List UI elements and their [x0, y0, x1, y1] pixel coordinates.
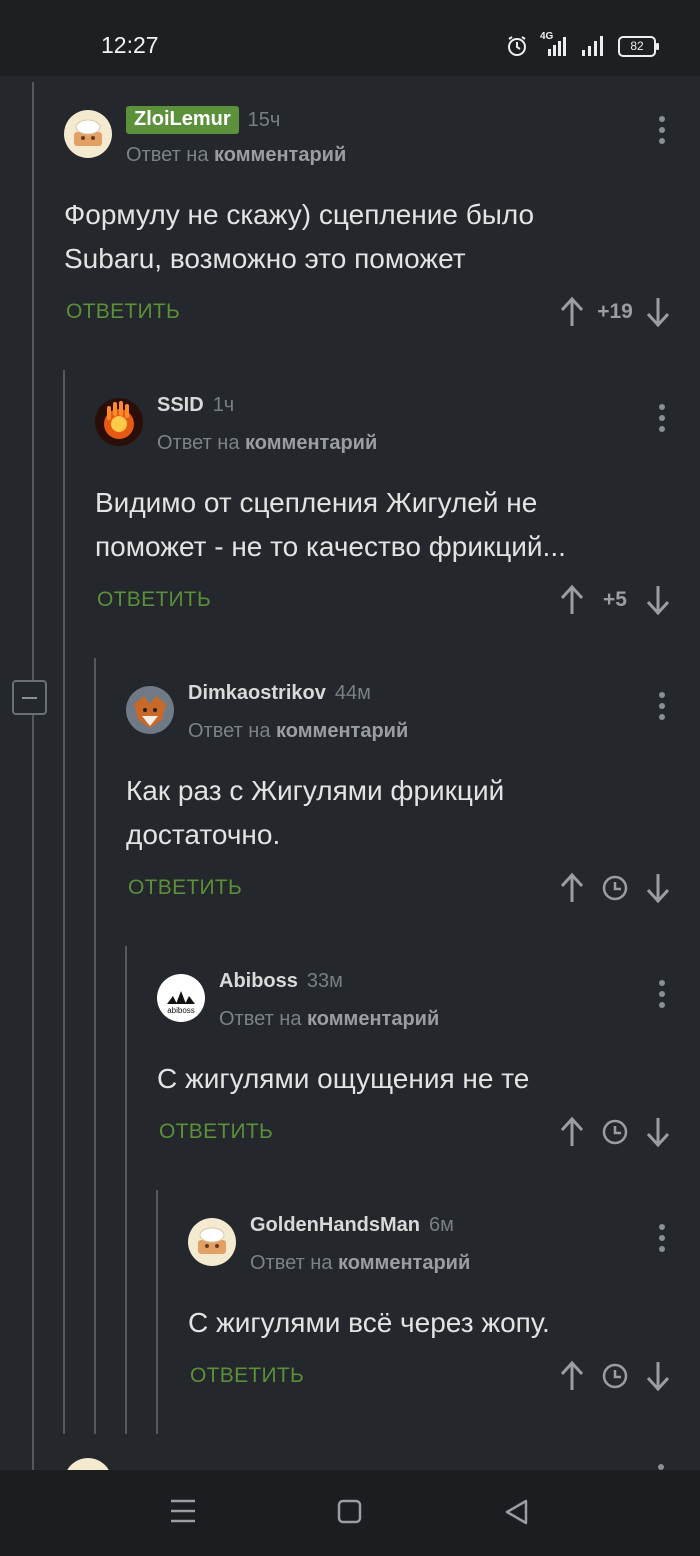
- thread-line-level-4: [125, 946, 127, 1434]
- comment-text-line: Видимо от сцепления Жигулей не: [95, 487, 538, 518]
- thread-line-level-3: [94, 658, 96, 1434]
- comment-text: Видимо от сцепления Жигулей не поможет -…: [95, 481, 566, 569]
- author-name[interactable]: SSID: [157, 394, 204, 417]
- vote-controls: [560, 1116, 670, 1148]
- thread-line-level-5: [156, 1190, 158, 1434]
- comment-item: ZloiLemur 15ч Ответ на комментарий Форму…: [64, 106, 700, 340]
- collapse-thread-button[interactable]: [12, 680, 47, 715]
- comment-text-line: достаточно.: [126, 819, 281, 850]
- author-name[interactable]: Abiboss: [219, 970, 298, 993]
- reply-button[interactable]: ОТВЕТИТЬ: [190, 1364, 304, 1388]
- clock-icon: [602, 875, 628, 901]
- reply-to-prefix: Ответ на: [157, 432, 240, 454]
- reply-button[interactable]: ОТВЕТИТЬ: [128, 876, 242, 900]
- reply-to-info: Ответ на комментарий: [188, 720, 408, 743]
- vote-score: +19: [597, 300, 633, 323]
- system-nav-bar: [0, 1470, 700, 1556]
- vote-score: +5: [603, 588, 627, 611]
- vote-controls: +19: [560, 296, 670, 328]
- downvote-arrow-icon[interactable]: [646, 296, 670, 328]
- avatar[interactable]: [95, 398, 143, 446]
- comment-item: SSID 1ч Ответ на комментарий Видимо от с…: [95, 394, 700, 628]
- comment-text-line: Формулу не скажу) сцепление было: [64, 199, 535, 230]
- comment-menu-icon[interactable]: [659, 1224, 667, 1254]
- vote-controls: +5: [560, 584, 670, 616]
- reply-button[interactable]: ОТВЕТИТЬ: [66, 300, 180, 324]
- comment-text: Как раз с Жигулями фрикций достаточно.: [126, 769, 504, 857]
- comment-menu-icon[interactable]: [659, 116, 667, 146]
- author-name[interactable]: Dimkaostrikov: [188, 682, 326, 705]
- author-name[interactable]: GoldenHandsMan: [250, 1214, 420, 1237]
- avatar-label: abiboss: [167, 1006, 195, 1015]
- comment-text: Формулу не скажу) сцепление было Subaru,…: [64, 193, 534, 281]
- comment-text-line: Как раз с Жигулями фрикций: [126, 775, 505, 806]
- reply-to-link[interactable]: комментарий: [276, 720, 408, 742]
- reply-to-link[interactable]: комментарий: [245, 432, 377, 454]
- status-icons: 4G 82: [506, 31, 659, 58]
- home-icon[interactable]: [337, 1499, 363, 1525]
- comment-age: 33м: [306, 970, 343, 992]
- back-icon[interactable]: [504, 1499, 530, 1525]
- comment-menu-icon[interactable]: [659, 404, 667, 434]
- downvote-arrow-icon[interactable]: [646, 1116, 670, 1148]
- reply-to-link[interactable]: комментарий: [214, 144, 346, 166]
- avatar[interactable]: abiboss: [157, 974, 205, 1022]
- upvote-arrow-icon[interactable]: [560, 1116, 584, 1148]
- reply-to-prefix: Ответ на: [250, 1252, 333, 1274]
- status-bar: 12:27 4G 82: [0, 0, 700, 76]
- reply-to-info: Ответ на комментарий: [219, 1008, 439, 1031]
- comment-text: С жигулями всё через жопу.: [188, 1301, 550, 1345]
- clock-icon: [602, 1363, 628, 1389]
- comment-item: GoldenHandsMan 6м Ответ на комментарий С…: [188, 1214, 700, 1408]
- reply-to-prefix: Ответ на: [126, 144, 209, 166]
- clock: 12:27: [101, 32, 159, 58]
- comment-menu-icon[interactable]: [659, 692, 667, 722]
- signal-icon: [582, 36, 603, 56]
- upvote-arrow-icon[interactable]: [560, 1360, 584, 1392]
- author-name[interactable]: ZloiLemur: [126, 106, 239, 134]
- downvote-arrow-icon[interactable]: [646, 584, 670, 616]
- comment-age: 1ч: [212, 394, 235, 416]
- avatar[interactable]: [64, 110, 112, 158]
- thread-line-level-2: [63, 370, 65, 1434]
- reply-to-prefix: Ответ на: [188, 720, 271, 742]
- upvote-arrow-icon[interactable]: [560, 296, 584, 328]
- avatar[interactable]: [188, 1218, 236, 1266]
- comment-text-line: Subaru, возможно это поможет: [64, 243, 466, 274]
- comment-item: Dimkaostrikov 44м Ответ на комментарий К…: [126, 682, 700, 916]
- avatar[interactable]: [126, 686, 174, 734]
- reply-to-link[interactable]: комментарий: [338, 1252, 470, 1274]
- upvote-arrow-icon[interactable]: [560, 872, 584, 904]
- menu-icon[interactable]: [170, 1498, 196, 1524]
- comment-age: 15ч: [247, 108, 281, 131]
- alarm-icon: [508, 36, 526, 56]
- comment-text-line: С жигулями ощущения не те: [157, 1063, 530, 1094]
- comment-menu-icon[interactable]: [659, 980, 667, 1010]
- reply-to-prefix: Ответ на: [219, 1008, 302, 1030]
- reply-to-info: Ответ на комментарий: [250, 1252, 470, 1275]
- comment-text: С жигулями ощущения не те: [157, 1057, 529, 1101]
- reply-to-link[interactable]: комментарий: [307, 1008, 439, 1030]
- comment-age: 6м: [429, 1214, 454, 1236]
- network-4g-icon: 4G: [540, 31, 568, 57]
- reply-button[interactable]: ОТВЕТИТЬ: [159, 1120, 273, 1144]
- comment-age: 44м: [334, 682, 371, 704]
- comment-text-line: поможет - не то качество фрикций...: [95, 531, 566, 562]
- vote-controls: [560, 1360, 670, 1392]
- comment-text-line: С жигулями всё через жопу.: [188, 1307, 550, 1338]
- vote-controls: [560, 872, 670, 904]
- reply-to-info: Ответ на комментарий: [126, 144, 346, 167]
- downvote-arrow-icon[interactable]: [646, 1360, 670, 1392]
- reply-to-info: Ответ на комментарий: [157, 432, 377, 455]
- downvote-arrow-icon[interactable]: [646, 872, 670, 904]
- reply-button[interactable]: ОТВЕТИТЬ: [97, 588, 211, 612]
- comment-item: abiboss Abiboss 33м Ответ на комментарий…: [157, 970, 700, 1164]
- clock-icon: [602, 1119, 628, 1145]
- battery-icon: 82: [618, 35, 659, 57]
- thread-line-level-1: [32, 82, 34, 1472]
- upvote-arrow-icon[interactable]: [560, 584, 584, 616]
